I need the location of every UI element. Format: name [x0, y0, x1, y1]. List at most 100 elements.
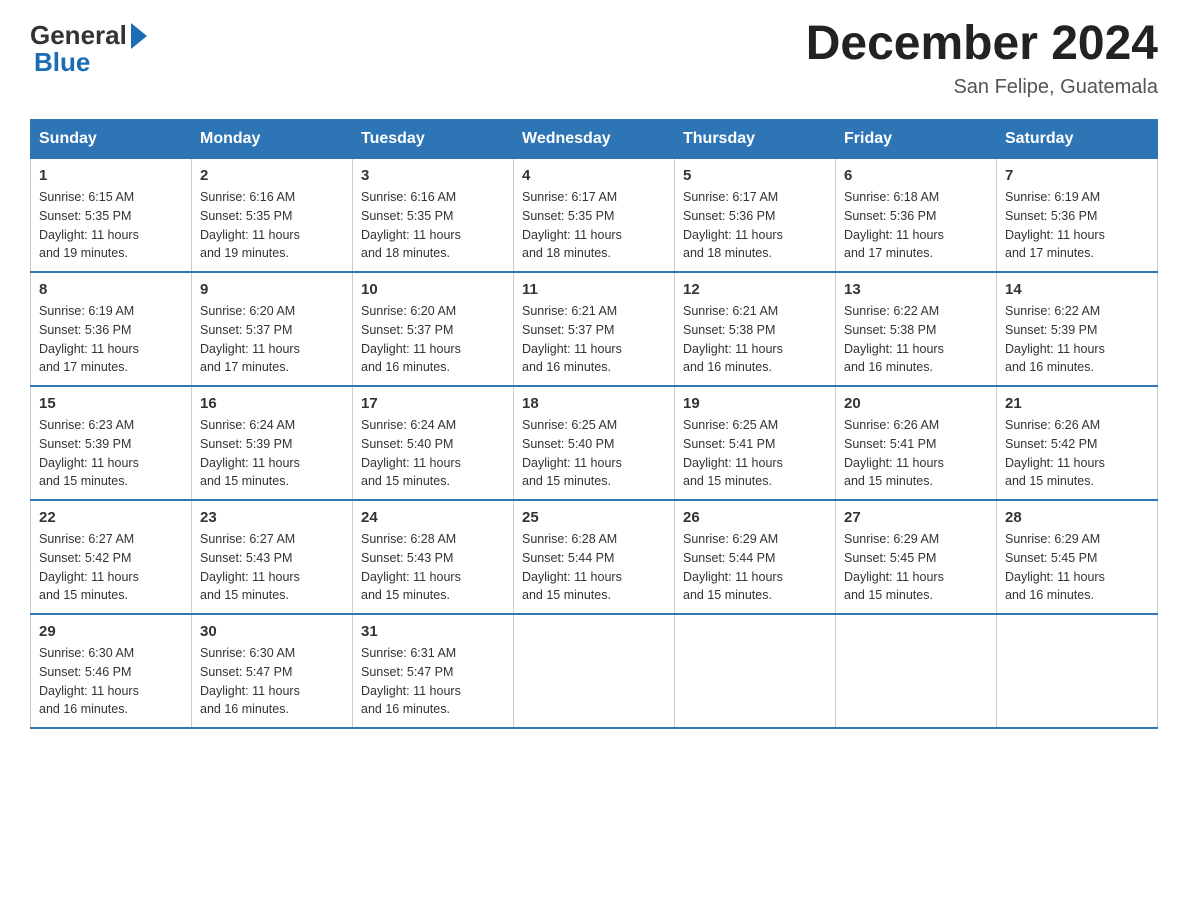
day-number: 30: [200, 623, 344, 640]
calendar-day-cell: 7 Sunrise: 6:19 AMSunset: 5:36 PMDaylight…: [997, 159, 1158, 273]
calendar-day-cell: 14 Sunrise: 6:22 AMSunset: 5:39 PMDayligh…: [997, 272, 1158, 386]
day-number: 31: [361, 623, 505, 640]
calendar-day-cell: 26 Sunrise: 6:29 AMSunset: 5:44 PMDayligh…: [675, 500, 836, 614]
calendar-table: Sunday Monday Tuesday Wednesday Thursday…: [30, 119, 1158, 729]
calendar-day-cell: 10Sunrise: 6:20 AMSunset: 5:37 PMDayligh…: [353, 272, 514, 386]
header-saturday: Saturday: [997, 120, 1158, 159]
day-number: 27: [844, 509, 988, 526]
calendar-day-cell: 12Sunrise: 6:21 AMSunset: 5:38 PMDayligh…: [675, 272, 836, 386]
day-info: Sunrise: 6:16 AMSunset: 5:35 PMDaylight:…: [361, 188, 505, 263]
calendar-day-cell: 28Sunrise: 6:29 AMSunset: 5:45 PMDayligh…: [997, 500, 1158, 614]
location-subtitle: San Felipe, Guatemala: [806, 76, 1158, 99]
day-info: Sunrise: 6:30 AMSunset: 5:46 PMDaylight:…: [39, 644, 183, 719]
month-year-title: December 2024: [806, 20, 1158, 68]
calendar-day-cell: [675, 614, 836, 728]
day-info: Sunrise: 6:18 AMSunset: 5:36 PMDaylight:…: [844, 188, 988, 263]
calendar-week-row: 1 Sunrise: 6:15 AMSunset: 5:35 PMDaylight…: [31, 159, 1158, 273]
calendar-body: 1 Sunrise: 6:15 AMSunset: 5:35 PMDaylight…: [31, 159, 1158, 729]
header-thursday: Thursday: [675, 120, 836, 159]
day-info: Sunrise: 6:28 AMSunset: 5:43 PMDaylight:…: [361, 530, 505, 605]
day-number: 29: [39, 623, 183, 640]
day-info: Sunrise: 6:24 AMSunset: 5:39 PMDaylight:…: [200, 416, 344, 491]
day-info: Sunrise: 6:15 AMSunset: 5:35 PMDaylight:…: [39, 188, 183, 263]
calendar-day-cell: [997, 614, 1158, 728]
calendar-week-row: 22Sunrise: 6:27 AMSunset: 5:42 PMDayligh…: [31, 500, 1158, 614]
day-number: 3: [361, 167, 505, 184]
day-number: 5: [683, 167, 827, 184]
day-info: Sunrise: 6:17 AMSunset: 5:35 PMDaylight:…: [522, 188, 666, 263]
day-number: 14: [1005, 281, 1149, 298]
calendar-day-cell: [514, 614, 675, 728]
title-section: December 2024 San Felipe, Guatemala: [806, 20, 1158, 99]
logo-blue-text: Blue: [34, 47, 90, 78]
day-info: Sunrise: 6:28 AMSunset: 5:44 PMDaylight:…: [522, 530, 666, 605]
calendar-day-cell: 19 Sunrise: 6:25 AMSunset: 5:41 PMDayligh…: [675, 386, 836, 500]
calendar-header-row: Sunday Monday Tuesday Wednesday Thursday…: [31, 120, 1158, 159]
day-number: 22: [39, 509, 183, 526]
day-info: Sunrise: 6:27 AMSunset: 5:43 PMDaylight:…: [200, 530, 344, 605]
calendar-week-row: 15Sunrise: 6:23 AMSunset: 5:39 PMDayligh…: [31, 386, 1158, 500]
day-info: Sunrise: 6:21 AMSunset: 5:37 PMDaylight:…: [522, 302, 666, 377]
day-info: Sunrise: 6:20 AMSunset: 5:37 PMDaylight:…: [361, 302, 505, 377]
header-friday: Friday: [836, 120, 997, 159]
day-number: 21: [1005, 395, 1149, 412]
calendar-week-row: 8 Sunrise: 6:19 AMSunset: 5:36 PMDaylight…: [31, 272, 1158, 386]
day-number: 25: [522, 509, 666, 526]
calendar-day-cell: 6Sunrise: 6:18 AMSunset: 5:36 PMDaylight…: [836, 159, 997, 273]
day-number: 23: [200, 509, 344, 526]
calendar-day-cell: 15Sunrise: 6:23 AMSunset: 5:39 PMDayligh…: [31, 386, 192, 500]
day-number: 24: [361, 509, 505, 526]
calendar-day-cell: 1 Sunrise: 6:15 AMSunset: 5:35 PMDaylight…: [31, 159, 192, 273]
day-info: Sunrise: 6:29 AMSunset: 5:44 PMDaylight:…: [683, 530, 827, 605]
day-number: 18: [522, 395, 666, 412]
day-info: Sunrise: 6:20 AMSunset: 5:37 PMDaylight:…: [200, 302, 344, 377]
calendar-week-row: 29 Sunrise: 6:30 AMSunset: 5:46 PMDayligh…: [31, 614, 1158, 728]
day-info: Sunrise: 6:25 AMSunset: 5:41 PMDaylight:…: [683, 416, 827, 491]
day-number: 26: [683, 509, 827, 526]
calendar-day-cell: 30 Sunrise: 6:30 AMSunset: 5:47 PMDayligh…: [192, 614, 353, 728]
day-number: 2: [200, 167, 344, 184]
day-info: Sunrise: 6:19 AMSunset: 5:36 PMDaylight:…: [39, 302, 183, 377]
day-info: Sunrise: 6:26 AMSunset: 5:41 PMDaylight:…: [844, 416, 988, 491]
header-sunday: Sunday: [31, 120, 192, 159]
day-info: Sunrise: 6:16 AMSunset: 5:35 PMDaylight:…: [200, 188, 344, 263]
header-wednesday: Wednesday: [514, 120, 675, 159]
day-info: Sunrise: 6:22 AMSunset: 5:38 PMDaylight:…: [844, 302, 988, 377]
day-number: 20: [844, 395, 988, 412]
day-info: Sunrise: 6:19 AMSunset: 5:36 PMDaylight:…: [1005, 188, 1149, 263]
day-number: 15: [39, 395, 183, 412]
day-info: Sunrise: 6:31 AMSunset: 5:47 PMDaylight:…: [361, 644, 505, 719]
calendar-day-cell: 4 Sunrise: 6:17 AMSunset: 5:35 PMDaylight…: [514, 159, 675, 273]
header-tuesday: Tuesday: [353, 120, 514, 159]
day-info: Sunrise: 6:22 AMSunset: 5:39 PMDaylight:…: [1005, 302, 1149, 377]
day-info: Sunrise: 6:17 AMSunset: 5:36 PMDaylight:…: [683, 188, 827, 263]
calendar-day-cell: 21Sunrise: 6:26 AMSunset: 5:42 PMDayligh…: [997, 386, 1158, 500]
day-number: 16: [200, 395, 344, 412]
calendar-day-cell: 18 Sunrise: 6:25 AMSunset: 5:40 PMDayligh…: [514, 386, 675, 500]
day-info: Sunrise: 6:29 AMSunset: 5:45 PMDaylight:…: [1005, 530, 1149, 605]
calendar-day-cell: 27 Sunrise: 6:29 AMSunset: 5:45 PMDayligh…: [836, 500, 997, 614]
day-number: 9: [200, 281, 344, 298]
calendar-day-cell: 29 Sunrise: 6:30 AMSunset: 5:46 PMDayligh…: [31, 614, 192, 728]
day-number: 11: [522, 281, 666, 298]
page-header: General Blue December 2024 San Felipe, G…: [30, 20, 1158, 99]
calendar-day-cell: 24 Sunrise: 6:28 AMSunset: 5:43 PMDayligh…: [353, 500, 514, 614]
day-number: 8: [39, 281, 183, 298]
day-number: 19: [683, 395, 827, 412]
calendar-day-cell: 17Sunrise: 6:24 AMSunset: 5:40 PMDayligh…: [353, 386, 514, 500]
calendar-day-cell: 13Sunrise: 6:22 AMSunset: 5:38 PMDayligh…: [836, 272, 997, 386]
day-number: 4: [522, 167, 666, 184]
day-info: Sunrise: 6:29 AMSunset: 5:45 PMDaylight:…: [844, 530, 988, 605]
day-number: 7: [1005, 167, 1149, 184]
logo: General Blue: [30, 20, 147, 78]
day-info: Sunrise: 6:24 AMSunset: 5:40 PMDaylight:…: [361, 416, 505, 491]
calendar-day-cell: 31 Sunrise: 6:31 AMSunset: 5:47 PMDayligh…: [353, 614, 514, 728]
calendar-day-cell: 20 Sunrise: 6:26 AMSunset: 5:41 PMDayligh…: [836, 386, 997, 500]
day-info: Sunrise: 6:25 AMSunset: 5:40 PMDaylight:…: [522, 416, 666, 491]
calendar-day-cell: 5 Sunrise: 6:17 AMSunset: 5:36 PMDaylight…: [675, 159, 836, 273]
day-number: 12: [683, 281, 827, 298]
day-number: 1: [39, 167, 183, 184]
calendar-day-cell: 9 Sunrise: 6:20 AMSunset: 5:37 PMDaylight…: [192, 272, 353, 386]
day-info: Sunrise: 6:30 AMSunset: 5:47 PMDaylight:…: [200, 644, 344, 719]
calendar-day-cell: 16 Sunrise: 6:24 AMSunset: 5:39 PMDayligh…: [192, 386, 353, 500]
